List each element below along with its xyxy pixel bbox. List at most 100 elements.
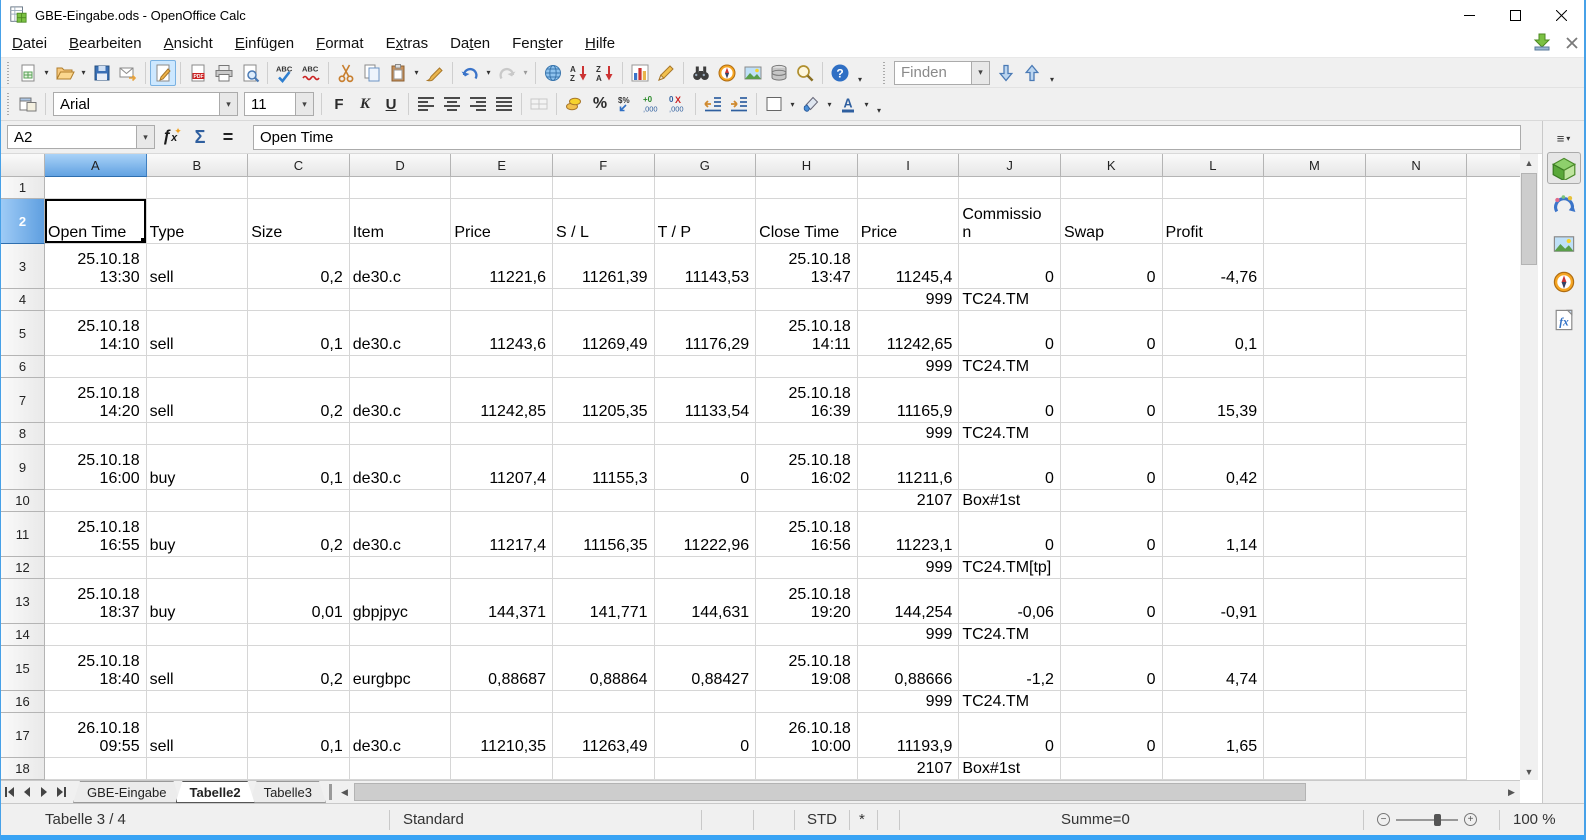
cell-C18[interactable] — [248, 758, 350, 780]
cell-C17[interactable]: 0,1 — [248, 713, 350, 758]
cell-I4[interactable]: 999 — [858, 289, 960, 311]
cell-B1[interactable] — [147, 177, 249, 199]
cell-D18[interactable] — [350, 758, 452, 780]
cell-F8[interactable] — [553, 423, 655, 445]
cell-M6[interactable] — [1264, 356, 1366, 378]
cell-D17[interactable]: de30.c — [350, 713, 452, 758]
cell-K12[interactable] — [1061, 557, 1163, 579]
menu-extras[interactable]: Extras — [375, 31, 440, 56]
cell-G17[interactable]: 0 — [655, 713, 757, 758]
cell-L12[interactable] — [1163, 557, 1265, 579]
cell-G12[interactable] — [655, 557, 757, 579]
cell-G2[interactable]: T / P — [655, 199, 757, 244]
horizontal-scrollbar-thumb[interactable] — [354, 783, 1306, 801]
cell-L15[interactable]: 4,74 — [1163, 646, 1265, 691]
cell-K17[interactable]: 0 — [1061, 713, 1163, 758]
percent-format-button[interactable]: % — [587, 91, 613, 117]
cell-L16[interactable] — [1163, 691, 1265, 713]
cell-G6[interactable] — [655, 356, 757, 378]
cell-G1[interactable] — [655, 177, 757, 199]
increase-indent-button[interactable] — [726, 91, 752, 117]
cell-G15[interactable]: 0,88427 — [655, 646, 757, 691]
cell-C13[interactable]: 0,01 — [248, 579, 350, 624]
next-sheet-icon[interactable] — [35, 781, 52, 803]
toolbar-overflow[interactable]: ▾ — [872, 91, 886, 117]
cell-D15[interactable]: eurgbpc — [350, 646, 452, 691]
new-document-button[interactable] — [15, 60, 41, 86]
sort-ascending-button[interactable]: AZ — [566, 60, 592, 86]
cell-H1[interactable] — [756, 177, 858, 199]
cell-I5[interactable]: 11242,65 — [858, 311, 960, 356]
menu-daten[interactable]: Daten — [439, 31, 501, 56]
cell-L2[interactable]: Profit — [1163, 199, 1265, 244]
row-header-17[interactable]: 17 — [1, 713, 45, 758]
formula-equals-icon[interactable]: = — [214, 124, 242, 150]
menu-ansicht[interactable]: Ansicht — [153, 31, 224, 56]
save-button[interactable] — [89, 60, 115, 86]
cell-B18[interactable] — [147, 758, 249, 780]
cell-M1[interactable] — [1264, 177, 1366, 199]
row-header-9[interactable]: 9 — [1, 445, 45, 490]
row-header-4[interactable]: 4 — [1, 289, 45, 311]
find-toolbar-overflow[interactable]: ▾ — [1045, 60, 1059, 86]
chart-button[interactable] — [627, 60, 653, 86]
cell-K2[interactable]: Swap — [1061, 199, 1163, 244]
cell-J11[interactable]: 0 — [959, 512, 1061, 557]
cell-J4[interactable]: TC24.TM — [959, 289, 1061, 311]
cell-H15[interactable]: 25.10.1819:08 — [756, 646, 858, 691]
menu-format[interactable]: Format — [305, 31, 375, 56]
zoom-slider-thumb[interactable] — [1434, 814, 1441, 826]
cell-I9[interactable]: 11211,6 — [858, 445, 960, 490]
data-sources-button[interactable] — [766, 60, 792, 86]
cell-C2[interactable]: Size — [248, 199, 350, 244]
cut-button[interactable] — [333, 60, 359, 86]
hyperlink-button[interactable] — [540, 60, 566, 86]
sheet-tab-tabelle2[interactable]: Tabelle2 — [176, 781, 255, 803]
cell-E12[interactable] — [451, 557, 553, 579]
sidebar-functions-button[interactable]: fx — [1547, 304, 1581, 336]
cell-M18[interactable] — [1264, 758, 1366, 780]
column-header-F[interactable]: F — [553, 154, 655, 177]
cell-F5[interactable]: 11269,49 — [553, 311, 655, 356]
cell-I16[interactable]: 999 — [858, 691, 960, 713]
insert-mode-field[interactable]: STD — [807, 804, 837, 835]
scroll-left-icon[interactable]: ◀ — [336, 781, 353, 803]
cell-F15[interactable]: 0,88864 — [553, 646, 655, 691]
navigator-button[interactable] — [714, 60, 740, 86]
cell-E11[interactable]: 11217,4 — [451, 512, 553, 557]
help-button[interactable]: ? — [827, 60, 853, 86]
cell-M17[interactable] — [1264, 713, 1366, 758]
cell-I11[interactable]: 11223,1 — [858, 512, 960, 557]
cell-H10[interactable] — [756, 490, 858, 512]
cell-G10[interactable] — [655, 490, 757, 512]
cell-C12[interactable] — [248, 557, 350, 579]
undo-dropdown-icon[interactable]: ▾ — [483, 60, 494, 86]
menu-bearbeiten[interactable]: Bearbeiten — [58, 31, 153, 56]
font-name-combobox[interactable]: Arial▾ — [53, 92, 238, 116]
cell-J1[interactable] — [959, 177, 1061, 199]
cell-N9[interactable] — [1366, 445, 1468, 490]
column-header-A[interactable]: A — [45, 154, 147, 177]
cell-H11[interactable]: 25.10.1816:56 — [756, 512, 858, 557]
cell-F13[interactable]: 141,771 — [553, 579, 655, 624]
cell-F2[interactable]: S / L — [553, 199, 655, 244]
cell-I15[interactable]: 0,88666 — [858, 646, 960, 691]
background-color-button[interactable] — [798, 91, 824, 117]
cell-J6[interactable]: TC24.TM — [959, 356, 1061, 378]
cell-I17[interactable]: 11193,9 — [858, 713, 960, 758]
column-header-N[interactable]: N — [1366, 154, 1468, 177]
cell-H8[interactable] — [756, 423, 858, 445]
cell-C10[interactable] — [248, 490, 350, 512]
cell-G4[interactable] — [655, 289, 757, 311]
cell-C15[interactable]: 0,2 — [248, 646, 350, 691]
row-header-12[interactable]: 12 — [1, 557, 45, 579]
menu-datei[interactable]: Datei — [1, 31, 58, 56]
cell-L18[interactable] — [1163, 758, 1265, 780]
cell-D5[interactable]: de30.c — [350, 311, 452, 356]
cell-C16[interactable] — [248, 691, 350, 713]
row-header-1[interactable]: 1 — [1, 177, 45, 199]
row-header-11[interactable]: 11 — [1, 512, 45, 557]
cell-I12[interactable]: 999 — [858, 557, 960, 579]
cell-C6[interactable] — [248, 356, 350, 378]
cell-F16[interactable] — [553, 691, 655, 713]
